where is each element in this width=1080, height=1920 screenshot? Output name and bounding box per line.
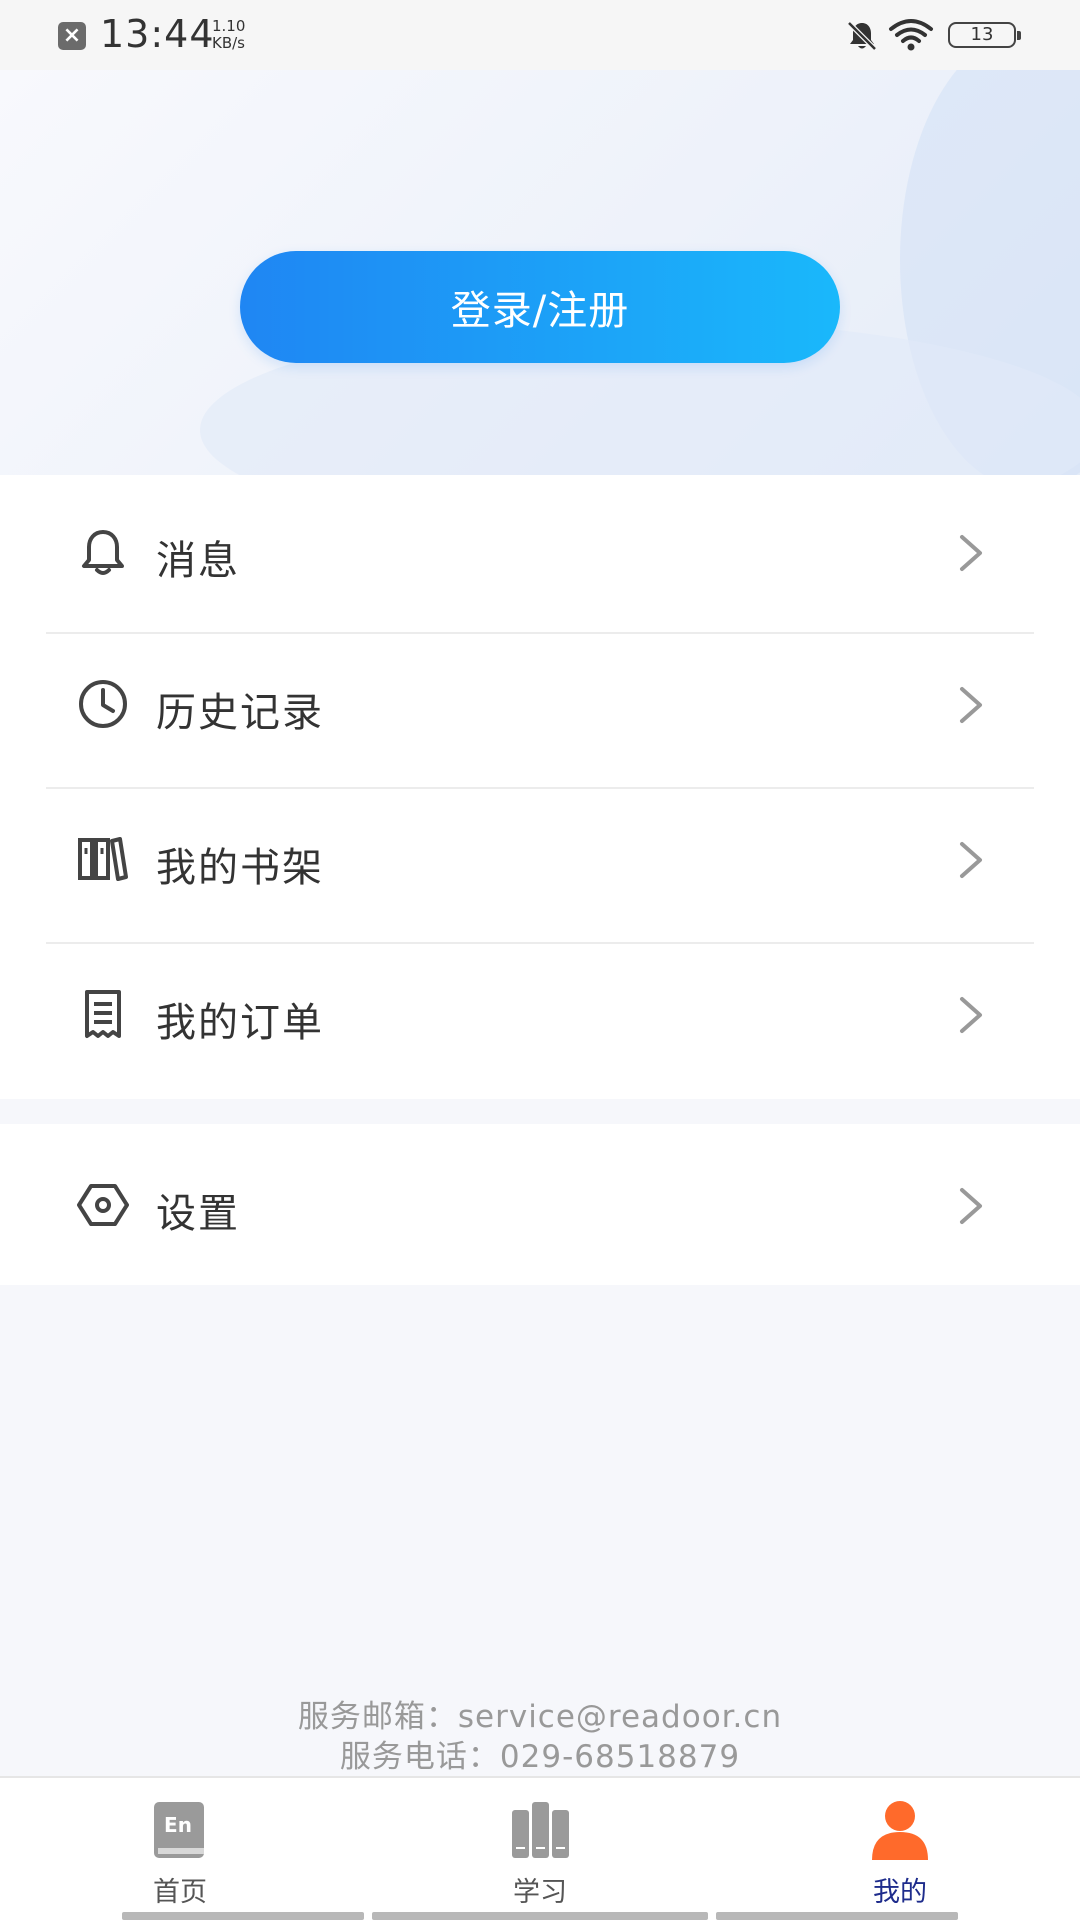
network-speed: 1.10 KB/s: [212, 18, 272, 52]
tab-study[interactable]: 学习: [360, 1778, 720, 1918]
profile-header: 登录/注册: [0, 70, 1080, 475]
settings-hexagon-icon: [77, 1184, 129, 1226]
menu-item-history[interactable]: 历史记录: [0, 635, 1080, 790]
menu-item-label: 消息: [156, 538, 240, 584]
menu-item-bookshelf[interactable]: 我的书架: [0, 790, 1080, 945]
menu-item-label: 设置: [156, 1191, 240, 1237]
menu-item-label: 我的书架: [156, 845, 324, 891]
system-nav-bar: [716, 1912, 958, 1920]
service-email: 服务邮箱：service@readoor.cn: [297, 1699, 783, 1735]
bottom-tab-bar: En 首页 学习 我的: [0, 1776, 1080, 1920]
battery-icon: 13: [948, 22, 1021, 48]
divider: [46, 942, 1034, 944]
tab-label: 我的: [873, 1877, 927, 1908]
bell-icon: [82, 530, 124, 575]
tab-home[interactable]: En 首页: [0, 1778, 360, 1918]
divider: [46, 632, 1034, 634]
system-nav-bar: [372, 1912, 708, 1920]
status-bar: × 13:44 1.10 KB/s 13: [0, 0, 1080, 70]
person-icon: [872, 1801, 928, 1860]
settings-section: 设置: [0, 1124, 1080, 1285]
en-book-icon: En: [154, 1802, 204, 1858]
login-register-button[interactable]: 登录/注册: [240, 251, 840, 363]
chevron-right-icon: [960, 997, 982, 1033]
network-speed-value: 1.10: [212, 17, 246, 35]
menu-item-label: 历史记录: [156, 690, 324, 736]
tab-mine[interactable]: 我的: [720, 1778, 1080, 1918]
tab-label: 首页: [153, 1877, 207, 1908]
bookshelf-icon: [78, 837, 128, 881]
network-speed-unit: KB/s: [212, 34, 245, 52]
close-notification-icon: ×: [58, 22, 86, 50]
chevron-right-icon: [960, 842, 982, 878]
divider: [46, 787, 1034, 789]
order-icon: [85, 990, 121, 1038]
menu-item-settings[interactable]: 设置: [0, 1124, 1080, 1285]
tab-label: 学习: [513, 1877, 567, 1908]
chevron-right-icon: [960, 1188, 982, 1224]
clock-icon: [79, 680, 127, 728]
menu-item-label: 我的订单: [156, 1000, 324, 1046]
system-nav-bar: [122, 1912, 364, 1920]
svg-text:En: En: [164, 1813, 192, 1837]
status-time: 13:44: [100, 12, 215, 56]
bell-muted-icon: [847, 21, 877, 51]
books-icon: [512, 1802, 569, 1858]
menu-item-messages[interactable]: 消息: [0, 475, 1080, 630]
menu-item-orders[interactable]: 我的订单: [0, 945, 1080, 1100]
wifi-icon: [889, 19, 933, 51]
chevron-right-icon: [960, 687, 982, 723]
service-phone: 服务电话：029-68518879: [339, 1739, 741, 1775]
menu-list: 消息 历史记录 我的书架 我的订单: [0, 475, 1080, 1099]
chevron-right-icon: [960, 535, 982, 571]
